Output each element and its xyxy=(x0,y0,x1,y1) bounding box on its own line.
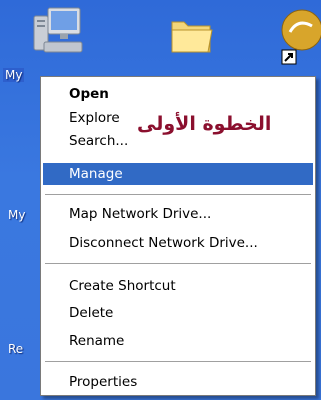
my-computer-icon[interactable] xyxy=(30,6,86,60)
menu-separator xyxy=(45,194,311,195)
menu-item-manage[interactable]: Manage xyxy=(43,163,313,185)
menu-item-properties[interactable]: Properties xyxy=(43,371,313,393)
desktop: My My Re Open Explore Search... Manage M… xyxy=(0,0,321,400)
menu-separator xyxy=(45,263,311,264)
menu-separator xyxy=(45,361,311,362)
recycle-bin-label: Re xyxy=(8,342,24,356)
folder-icon[interactable] xyxy=(168,10,214,58)
menu-item-open[interactable]: Open xyxy=(43,83,313,105)
menu-item-map-network-drive[interactable]: Map Network Drive... xyxy=(43,203,313,225)
menu-item-create-shortcut[interactable]: Create Shortcut xyxy=(43,275,313,297)
context-menu: Open Explore Search... Manage Map Networ… xyxy=(40,76,316,396)
my-documents-label: My xyxy=(8,208,26,222)
shortcut-icon[interactable] xyxy=(278,6,321,68)
step-one-annotation: الخطوة الأولى xyxy=(137,113,272,135)
menu-item-rename[interactable]: Rename xyxy=(43,330,313,352)
my-computer-label: My xyxy=(3,68,25,82)
menu-item-disconnect-network-drive[interactable]: Disconnect Network Drive... xyxy=(43,232,313,254)
menu-item-delete[interactable]: Delete xyxy=(43,302,313,324)
